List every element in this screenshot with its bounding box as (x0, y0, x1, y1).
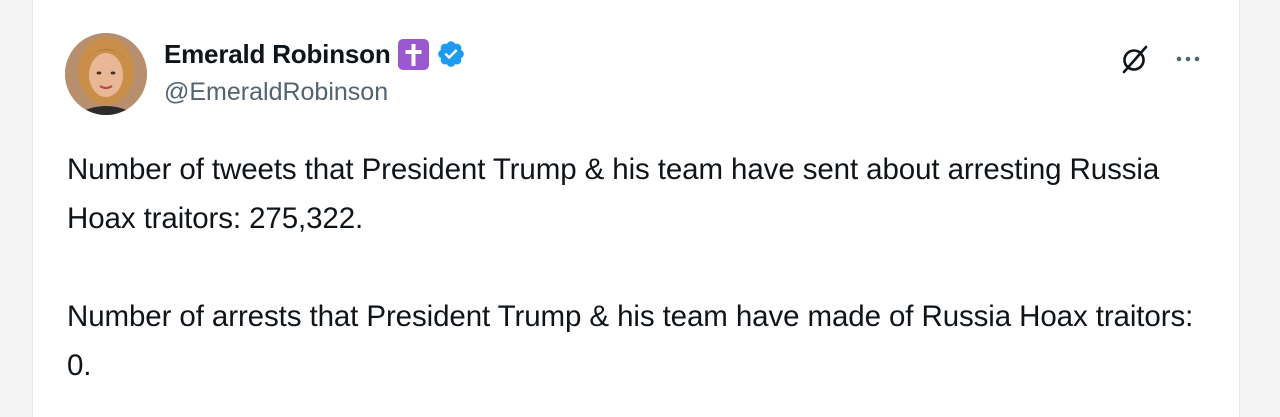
more-options-icon[interactable] (1171, 52, 1205, 66)
author-handle[interactable]: @EmeraldRobinson (164, 78, 388, 107)
latin-cross-icon (397, 38, 429, 70)
avatar-image (65, 33, 147, 115)
avatar[interactable] (65, 33, 147, 115)
author-name-row: Emerald Robinson (164, 36, 466, 72)
tweet-paragraph: Number of tweets that President Trump & … (67, 153, 1160, 235)
tweet-paragraph: Number of arrests that President Trump &… (67, 300, 1194, 382)
tweet-text: Number of tweets that President Trump & … (67, 145, 1217, 390)
verified-badge-icon[interactable] (436, 39, 466, 69)
grok-icon[interactable] (1118, 42, 1152, 76)
tweet-card[interactable]: Emerald Robinson @EmeraldRobinson Number… (32, 0, 1240, 417)
author-display-name[interactable]: Emerald Robinson (164, 39, 391, 70)
